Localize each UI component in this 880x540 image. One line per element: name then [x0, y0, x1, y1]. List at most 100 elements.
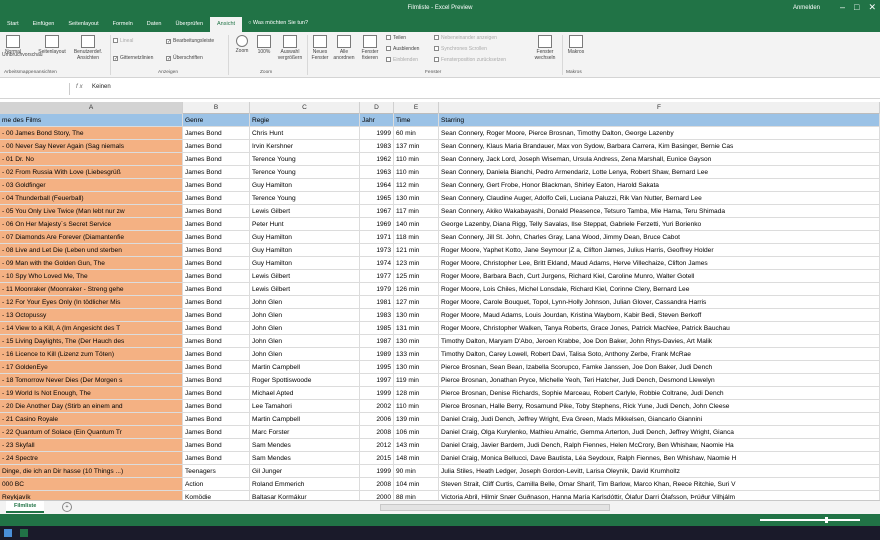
table-cell[interactable]: James Bond [183, 322, 250, 335]
table-cell[interactable]: James Bond [183, 218, 250, 231]
table-cell[interactable]: - 06 On Her Majesty´s Secret Service [0, 218, 183, 231]
table-cell[interactable]: Sean Connery, Claudine Auger, Adolfo Cel… [439, 192, 880, 205]
table-cell[interactable]: Roger Moore, Barbara Bach, Curt Jurgens,… [439, 270, 880, 283]
table-cell[interactable]: - 04 Thunderball (Feuerball) [0, 192, 183, 205]
header-cell[interactable]: Jahr [360, 114, 394, 127]
table-cell[interactable]: Sean Connery, Gert Frobe, Honor Blackman… [439, 179, 880, 192]
header-cell[interactable]: Regie [250, 114, 360, 127]
table-cell[interactable]: James Bond [183, 179, 250, 192]
table-cell[interactable]: 1977 [360, 270, 394, 283]
table-cell[interactable]: Roger Spottiswoode [250, 374, 360, 387]
table-cell[interactable]: 137 min [394, 140, 439, 153]
tab-ansicht[interactable]: Ansicht [210, 17, 243, 32]
table-cell[interactable]: 106 min [394, 426, 439, 439]
table-cell[interactable]: James Bond [183, 439, 250, 452]
table-cell[interactable]: - 07 Diamonds Are Forever (Diamantenfie [0, 231, 183, 244]
table-cell[interactable]: Timothy Dalton, Maryam D'Abo, Jeroen Kra… [439, 335, 880, 348]
table-cell[interactable]: - 03 Goldfinger [0, 179, 183, 192]
table-cell[interactable]: James Bond [183, 270, 250, 283]
table-cell[interactable]: Irvin Kershner [250, 140, 360, 153]
table-cell[interactable]: - 09 Man with the Golden Gun, The [0, 257, 183, 270]
table-cell[interactable]: Peter Hunt [250, 218, 360, 231]
table-cell[interactable]: 1974 [360, 257, 394, 270]
tab-einfuegen[interactable]: Einfügen [26, 17, 62, 32]
table-cell[interactable]: 000 BC [0, 478, 183, 491]
table-cell[interactable]: Martin Campbell [250, 413, 360, 426]
table-cell[interactable]: 1973 [360, 244, 394, 257]
table-cell[interactable]: Chris Hunt [250, 127, 360, 140]
table-cell[interactable]: Roger Moore, Lois Chiles, Michel Lonsdal… [439, 283, 880, 296]
table-cell[interactable]: James Bond [183, 127, 250, 140]
table-cell[interactable]: 118 min [394, 231, 439, 244]
table-cell[interactable]: - 11 Moonraker (Moonraker - Streng gehe [0, 283, 183, 296]
header-cell[interactable]: Starring [439, 114, 880, 127]
unhide-button[interactable]: Einblenden [386, 57, 418, 64]
table-cell[interactable]: - 02 From Russia With Love (Liebesgrüß [0, 166, 183, 179]
page-break-view-button[interactable]: Umbruchvorschau [2, 52, 43, 58]
table-cell[interactable]: - 00 Never Say Never Again (Sag niemals [0, 140, 183, 153]
table-cell[interactable]: Roger Moore, Carole Bouquet, Topol, Lynn… [439, 296, 880, 309]
column-header-a[interactable]: A [0, 102, 183, 114]
table-cell[interactable]: 1999 [360, 465, 394, 478]
table-cell[interactable]: 1979 [360, 283, 394, 296]
zoom-slider[interactable] [760, 519, 860, 521]
header-cell[interactable]: Genre [183, 114, 250, 127]
table-cell[interactable]: Terence Young [250, 153, 360, 166]
table-cell[interactable]: 104 min [394, 478, 439, 491]
table-cell[interactable]: - 21 Casino Royale [0, 413, 183, 426]
table-cell[interactable]: James Bond [183, 400, 250, 413]
table-cell[interactable]: 1969 [360, 218, 394, 231]
table-cell[interactable]: 110 min [394, 400, 439, 413]
table-cell[interactable]: 1983 [360, 140, 394, 153]
column-header-f[interactable]: F [439, 102, 880, 114]
table-cell[interactable]: - 10 Spy Who Loved Me, The [0, 270, 183, 283]
table-cell[interactable]: - 20 Die Another Day (Stirb an einem and [0, 400, 183, 413]
table-cell[interactable]: Steven Strait, Cliff Curtis, Camilla Bel… [439, 478, 880, 491]
table-cell[interactable]: Roger Moore, Christopher Lee, Britt Ekla… [439, 257, 880, 270]
table-cell[interactable]: 121 min [394, 244, 439, 257]
table-cell[interactable]: 1995 [360, 361, 394, 374]
tab-formeln[interactable]: Formeln [106, 17, 140, 32]
table-cell[interactable]: John Glen [250, 296, 360, 309]
table-cell[interactable]: 110 min [394, 166, 439, 179]
table-cell[interactable]: 140 min [394, 218, 439, 231]
table-cell[interactable]: Roland Emmerich [250, 478, 360, 491]
table-cell[interactable]: 60 min [394, 127, 439, 140]
table-cell[interactable]: 119 min [394, 374, 439, 387]
table-cell[interactable]: Pierce Brosnan, Jonathan Pryce, Michelle… [439, 374, 880, 387]
zoom-slider-thumb[interactable] [825, 517, 828, 523]
table-cell[interactable]: Sean Connery, Daniela Bianchi, Pedro Arm… [439, 166, 880, 179]
custom-views-button[interactable]: Benutzerdef. Ansichten [68, 35, 108, 61]
table-cell[interactable]: James Bond [183, 153, 250, 166]
side-by-side-button[interactable]: Nebeneinander anzeigen [434, 35, 497, 42]
split-button[interactable]: Teilen [386, 35, 406, 42]
table-cell[interactable]: Julia Stiles, Heath Ledger, Joseph Gordo… [439, 465, 880, 478]
table-cell[interactable]: Terence Young [250, 166, 360, 179]
table-cell[interactable]: - 19 World Is Not Enough, The [0, 387, 183, 400]
table-cell[interactable]: 126 min [394, 283, 439, 296]
table-cell[interactable]: 117 min [394, 205, 439, 218]
sign-in-link[interactable]: Anmelden [793, 5, 820, 11]
switch-windows-button[interactable]: Fenster wechseln [531, 35, 559, 61]
table-cell[interactable]: - 08 Live and Let Die (Leben und sterben [0, 244, 183, 257]
tell-me-box[interactable]: ○ Was möchten Sie tun? [242, 17, 314, 32]
table-cell[interactable]: Pierce Brosnan, Sean Bean, Izabella Scor… [439, 361, 880, 374]
table-cell[interactable]: John Glen [250, 322, 360, 335]
table-cell[interactable]: Lewis Gilbert [250, 205, 360, 218]
table-cell[interactable]: 1971 [360, 231, 394, 244]
name-box[interactable] [0, 83, 70, 95]
table-cell[interactable]: James Bond [183, 166, 250, 179]
table-cell[interactable]: 2012 [360, 439, 394, 452]
table-cell[interactable]: James Bond [183, 374, 250, 387]
table-cell[interactable]: 130 min [394, 335, 439, 348]
table-cell[interactable]: John Glen [250, 335, 360, 348]
table-cell[interactable]: Lewis Gilbert [250, 283, 360, 296]
table-cell[interactable]: Action [183, 478, 250, 491]
table-cell[interactable]: 130 min [394, 361, 439, 374]
table-cell[interactable]: 2015 [360, 452, 394, 465]
table-cell[interactable]: 1985 [360, 322, 394, 335]
column-header-b[interactable]: B [183, 102, 250, 114]
zoom-100-button[interactable]: 100% [254, 35, 274, 55]
table-cell[interactable]: 131 min [394, 322, 439, 335]
table-cell[interactable]: Roger Moore, Maud Adams, Louis Jourdan, … [439, 309, 880, 322]
